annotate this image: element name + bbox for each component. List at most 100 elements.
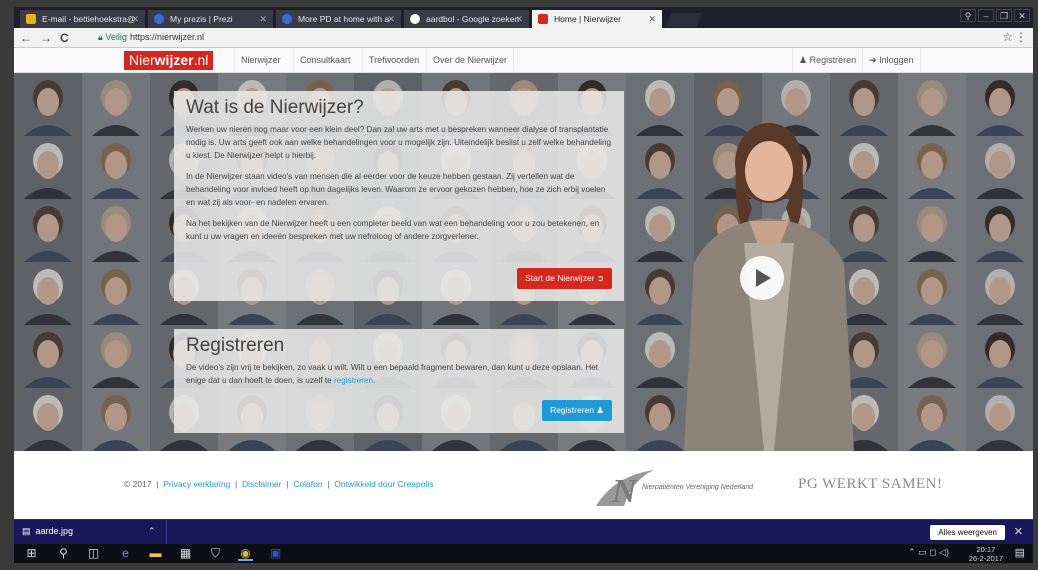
download-item[interactable]: ▤ aarde.jpg	[22, 526, 73, 537]
register-title: Registreren	[186, 335, 285, 356]
chrome-icon[interactable]: ◉	[238, 546, 253, 561]
tab-nierwijzer[interactable]: Home | Nierwijzer ✕	[532, 10, 662, 28]
windows-taskbar: ⊞ ⚲ ◫ e ▬ ▦ ⛉ ◉ ▣ ⌃ ▭ ◻ ◁) 20:17 26-2-201…	[14, 544, 1033, 563]
url-field[interactable]: https://nierwijzer.nl	[130, 32, 204, 42]
site-header: Nierwijzer.nl Nierwijzer Consultkaart Tr…	[14, 48, 1033, 73]
tab-label: My prezis | Prezi	[170, 14, 233, 24]
nav-over[interactable]: Over de Nierwijzer	[426, 48, 515, 73]
clock[interactable]: 20:17 26-2-2017	[969, 545, 1003, 563]
hero-section: Wat is de Nierwijzer? Werken uw nieren n…	[14, 73, 1033, 451]
new-tab-button[interactable]	[666, 13, 702, 27]
tab-email[interactable]: E-mail - bettiehoekstra@ ✕	[20, 10, 145, 28]
header-login-link[interactable]: ➜ Inloggen	[862, 48, 921, 73]
arrow-circle-icon: ➲	[596, 273, 604, 283]
tab-label: More PD at home with a	[298, 14, 390, 24]
footer-link-disclaimer[interactable]: Disclaimer	[242, 479, 282, 489]
svg-text:N: N	[611, 473, 638, 508]
tab-prezi[interactable]: My prezis | Prezi ✕	[148, 10, 273, 28]
downloads-bar: ▤ aarde.jpg ⌃ Alles weergeven ✕	[14, 519, 1033, 545]
user-icon: ♟	[596, 405, 604, 415]
site-logo[interactable]: Nierwijzer.nl	[124, 51, 214, 70]
address-bar: ← → C 🔒︎ Veilig https://nierwijzer.nl ☆ …	[14, 28, 1033, 48]
browser-window: E-mail - bettiehoekstra@ ✕ My prezis | P…	[14, 7, 1033, 563]
menu-icon[interactable]: ⋮	[1015, 30, 1027, 44]
file-explorer-icon[interactable]: ▬	[148, 546, 163, 561]
close-icon[interactable]: ✕	[648, 10, 656, 28]
user-icon: ♟	[799, 55, 808, 65]
header-register-link[interactable]: ♟ Registreren	[792, 48, 862, 73]
intro-paragraph-2: In de Nierwijzer staan video's van mense…	[186, 172, 606, 207]
register-text-body: De video's zijn vrij te bekijken, zo vaa…	[186, 363, 599, 385]
secure-indicator[interactable]: 🔒︎ Veilig	[98, 32, 127, 43]
show-all-button[interactable]: Alles weergeven	[930, 525, 1005, 540]
footer-link-colofon[interactable]: Colofon	[293, 479, 322, 489]
login-icon: ➜	[869, 55, 877, 65]
lock-icon: 🔒︎	[98, 32, 103, 42]
play-button[interactable]	[740, 256, 784, 300]
tab-label: Home | Nierwijzer	[554, 14, 621, 24]
close-icon[interactable]: ✕	[1014, 525, 1023, 538]
close-icon[interactable]: ✕	[259, 10, 267, 28]
globe-icon	[282, 14, 292, 24]
site-footer: © 2017 | Privacy verklaring | Disclaimer…	[14, 451, 1033, 519]
chevron-up-icon[interactable]: ⌃	[148, 526, 156, 537]
play-icon	[756, 269, 771, 287]
header-login-label: Inloggen	[879, 55, 914, 65]
task-view-icon[interactable]: ◫	[86, 546, 101, 561]
logo-prefix: Nier	[129, 52, 155, 68]
register-button[interactable]: Registreren ♟	[542, 400, 612, 421]
nav-trefwoorden[interactable]: Trefwoorden	[362, 48, 425, 73]
search-icon[interactable]: ⚲	[56, 546, 71, 561]
footer-link-creapolis[interactable]: Ontwikkeld door Creapolis	[334, 479, 433, 489]
pg-werkt-samen-logo[interactable]: PG WERKT SAMEN!	[798, 476, 942, 493]
nav-nierwijzer[interactable]: Nierwijzer	[234, 48, 287, 73]
copyright: © 2017	[124, 479, 152, 489]
register-panel: Registreren De video's zijn vrij te beki…	[174, 329, 624, 433]
clock-time: 20:17	[976, 545, 996, 554]
logo-suffix: .nl	[193, 52, 209, 68]
intro-paragraph-3: Na het bekijken van de Nierwijzer heeft …	[186, 219, 600, 241]
footer-link-privacy[interactable]: Privacy verklaring	[163, 479, 230, 489]
intro-panel: Wat is de Nierwijzer? Werken uw nieren n…	[174, 91, 624, 301]
tab-google[interactable]: aardbol - Google zoeken ✕	[404, 10, 529, 28]
forward-icon[interactable]: →	[40, 30, 52, 46]
word-icon[interactable]: ▣	[268, 546, 283, 561]
header-register-label: Registreren	[809, 55, 857, 65]
tab-bar: E-mail - bettiehoekstra@ ✕ My prezis | P…	[14, 7, 1033, 28]
start-button-label: Start de Nierwijzer	[525, 273, 595, 283]
tab-pd[interactable]: More PD at home with a ✕	[276, 10, 401, 28]
back-icon[interactable]: ←	[20, 30, 32, 46]
footer-links: © 2017 | Privacy verklaring | Disclaimer…	[124, 479, 434, 489]
restore-icon[interactable]: ❐	[996, 9, 1012, 22]
download-filename: aarde.jpg	[35, 526, 74, 536]
reload-icon[interactable]: C	[60, 30, 69, 46]
close-icon[interactable]: ✕	[131, 10, 139, 28]
edge-icon[interactable]: e	[118, 546, 133, 561]
register-inline-link[interactable]: registreren.	[334, 376, 375, 385]
google-icon	[410, 14, 420, 24]
nvn-text: Nierpatiënten Vereniging Nederland	[642, 484, 754, 491]
calculator-icon[interactable]: ▦	[178, 546, 193, 561]
notification-icon[interactable]: ▤	[1015, 546, 1025, 559]
register-button-label: Registreren	[550, 405, 594, 415]
divider	[166, 520, 167, 545]
system-tray-icons[interactable]: ⌃ ▭ ◻ ◁)	[908, 547, 949, 558]
close-icon[interactable]: ✕	[515, 10, 523, 28]
close-window-icon[interactable]: ✕	[1014, 9, 1030, 22]
close-icon[interactable]: ✕	[387, 10, 395, 28]
logo-bold: wijzer	[154, 52, 194, 68]
nav-consultkaart[interactable]: Consultkaart	[293, 48, 357, 73]
nierwijzer-icon	[538, 14, 548, 24]
minimize-icon[interactable]: –	[978, 9, 994, 22]
register-text: De video's zijn vrij te bekijken, zo vaa…	[186, 361, 612, 387]
file-icon: ▤	[22, 526, 31, 536]
intro-title: Wat is de Nierwijzer?	[186, 97, 364, 118]
screenshot-frame: E-mail - bettiehoekstra@ ✕ My prezis | P…	[0, 0, 1038, 570]
bookmark-star-icon[interactable]: ☆	[1002, 30, 1013, 44]
windows-start-icon[interactable]: ⊞	[24, 546, 39, 561]
start-nierwijzer-button[interactable]: Start de Nierwijzer ➲	[517, 268, 612, 289]
store-icon[interactable]: ⛉	[208, 546, 223, 561]
tab-label: aardbol - Google zoeken	[426, 14, 520, 24]
clock-date: 26-2-2017	[968, 554, 1003, 563]
user-icon[interactable]: ⚲	[960, 9, 976, 22]
